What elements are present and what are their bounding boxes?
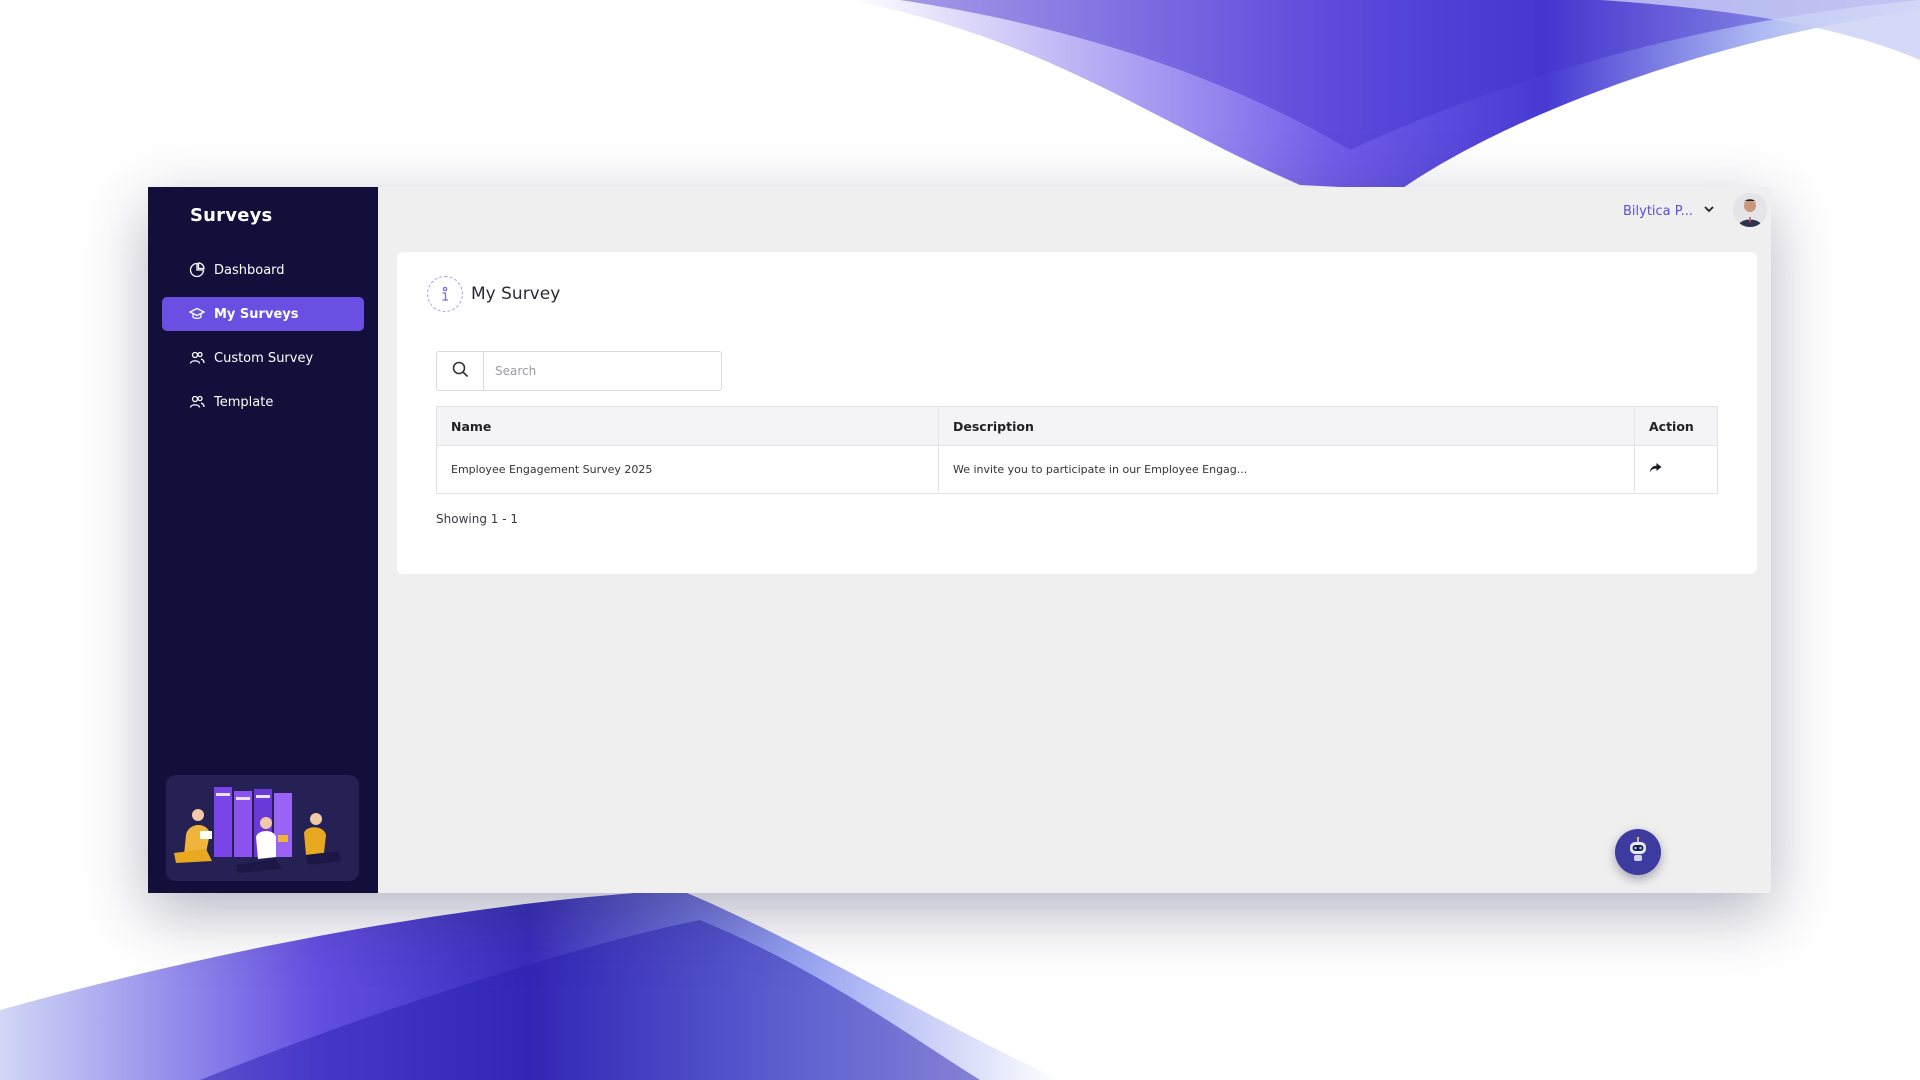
info-icon [427, 276, 463, 312]
sidebar-nav: Dashboard My Surveys Custom Survey Templ… [162, 253, 364, 429]
card-header: My Survey [427, 276, 560, 312]
sidebar-item-label: My Surveys [214, 306, 299, 322]
sidebar-item-dashboard[interactable]: Dashboard [162, 253, 364, 287]
background-ribbon-top [850, 0, 1920, 190]
survey-description-cell: We invite you to participate in our Empl… [938, 445, 1635, 494]
page-title: My Survey [471, 284, 561, 304]
main-content: Bilytica P... My Survey Search Name Desc… [378, 187, 1771, 893]
column-header-action: Action [1634, 406, 1718, 446]
user-avatar-icon[interactable] [1733, 193, 1767, 227]
people-with-books-illustration [174, 787, 342, 873]
chevron-down-icon [1703, 203, 1715, 219]
table-header-row: Name Description Action [436, 406, 1718, 446]
search-icon [452, 361, 469, 382]
sidebar-item-custom-survey[interactable]: Custom Survey [162, 341, 364, 375]
pagination-info: Showing 1 - 1 [436, 512, 518, 526]
surveys-table: Name Description Action Employee Engagem… [436, 406, 1718, 494]
sidebar-item-label: Template [214, 394, 274, 410]
graduation-cap-icon [188, 305, 206, 323]
sidebar-item-my-surveys[interactable]: My Surveys [162, 297, 364, 331]
app-window: Surveys Dashboard My Surveys Custom Surv… [148, 187, 1771, 893]
user-name: Bilytica P... [1622, 203, 1693, 219]
users-icon [188, 349, 206, 367]
search-input[interactable] [484, 352, 721, 390]
column-header-name[interactable]: Name [436, 406, 939, 446]
sidebar-item-template[interactable]: Template [162, 385, 364, 419]
search-button[interactable] [437, 352, 484, 390]
search-box [436, 351, 722, 391]
chart-pie-icon [188, 261, 206, 279]
survey-name-cell: Employee Engagement Survey 2025 [436, 445, 939, 494]
background-ribbon-bottom [0, 890, 1060, 1080]
column-header-description[interactable]: Description [938, 406, 1635, 446]
sidebar: Surveys Dashboard My Surveys Custom Surv… [148, 187, 378, 893]
robot-icon [1623, 835, 1653, 869]
sidebar-item-label: Dashboard [214, 262, 285, 278]
user-menu[interactable]: Bilytica P... [1623, 203, 1715, 219]
users-icon [188, 393, 206, 411]
page: Surveys Dashboard My Surveys Custom Surv… [0, 0, 1920, 1080]
sidebar-item-label: Custom Survey [214, 350, 314, 366]
my-survey-card: My Survey Search Name Description Action… [397, 252, 1757, 574]
sidebar-illustration [166, 775, 359, 881]
table-row[interactable]: Employee Engagement Survey 2025 We invit… [436, 445, 1718, 494]
share-arrow-icon[interactable] [1649, 462, 1662, 474]
brand-title: Surveys [190, 205, 273, 226]
chatbot-button[interactable] [1615, 829, 1661, 875]
action-cell [1634, 445, 1718, 494]
